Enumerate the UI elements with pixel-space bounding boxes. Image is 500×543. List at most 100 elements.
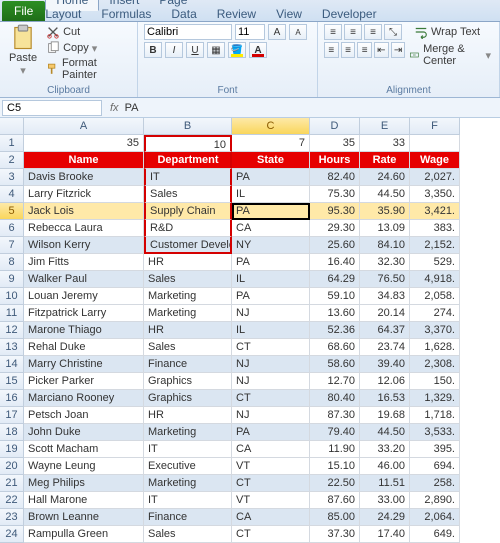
cell-D14[interactable]: 58.60 (310, 356, 360, 373)
cell-D24[interactable]: 37.30 (310, 526, 360, 543)
cut-button[interactable]: Cut (44, 24, 131, 40)
cell-F24[interactable]: 649. (410, 526, 460, 543)
cell-E17[interactable]: 19.68 (360, 407, 410, 424)
row-header-19[interactable]: 19 (0, 441, 24, 458)
cell-E21[interactable]: 11.51 (360, 475, 410, 492)
cell-F7[interactable]: 2,152. (410, 237, 460, 254)
tab-review[interactable]: Review (207, 4, 266, 24)
cell-A14[interactable]: Marry Christine (24, 356, 144, 373)
cell-C21[interactable]: CT (232, 475, 310, 492)
cell-E24[interactable]: 17.40 (360, 526, 410, 543)
decrease-indent-button[interactable]: ⇤ (374, 42, 389, 58)
italic-button[interactable]: I (165, 42, 183, 58)
row-header-2[interactable]: 2 (0, 152, 24, 169)
cell-C13[interactable]: CT (232, 339, 310, 356)
cell-E12[interactable]: 64.37 (360, 322, 410, 339)
cell-F17[interactable]: 1,718. (410, 407, 460, 424)
copy-button[interactable]: Copy ▾ (44, 40, 131, 56)
cell-A18[interactable]: John Duke (24, 424, 144, 441)
cell-B21[interactable]: Marketing (144, 475, 232, 492)
fill-color-button[interactable]: 🪣 (228, 42, 246, 58)
align-top-button[interactable]: ≡ (324, 24, 342, 40)
tab-data[interactable]: Data (161, 4, 206, 24)
merge-center-button[interactable]: Merge & Center ▾ (407, 42, 493, 68)
shrink-font-button[interactable]: A (289, 24, 307, 40)
row-header-11[interactable]: 11 (0, 305, 24, 322)
cell-C24[interactable]: CT (232, 526, 310, 543)
cell-B9[interactable]: Sales (144, 271, 232, 288)
cell-D22[interactable]: 87.60 (310, 492, 360, 509)
cell-E19[interactable]: 33.20 (360, 441, 410, 458)
fx-icon[interactable]: fx (110, 102, 119, 114)
cell-A22[interactable]: Hall Marone (24, 492, 144, 509)
cell-E18[interactable]: 44.50 (360, 424, 410, 441)
cell-F15[interactable]: 150. (410, 373, 460, 390)
cell-D3[interactable]: 82.40 (310, 169, 360, 186)
cell-F6[interactable]: 383. (410, 220, 460, 237)
row-header-5[interactable]: 5 (0, 203, 24, 220)
cell-B8[interactable]: HR (144, 254, 232, 271)
cell-E11[interactable]: 20.14 (360, 305, 410, 322)
col-header-F[interactable]: F (410, 118, 460, 135)
cell-D8[interactable]: 16.40 (310, 254, 360, 271)
cell-D20[interactable]: 15.10 (310, 458, 360, 475)
cell-C15[interactable]: NJ (232, 373, 310, 390)
cell-B12[interactable]: HR (144, 322, 232, 339)
grow-font-button[interactable]: A (268, 24, 286, 40)
cell-C17[interactable]: NJ (232, 407, 310, 424)
row-header-20[interactable]: 20 (0, 458, 24, 475)
cell-C8[interactable]: PA (232, 254, 310, 271)
cell-D13[interactable]: 68.60 (310, 339, 360, 356)
align-right-button[interactable]: ≡ (357, 42, 372, 58)
cell-A24[interactable]: Rampulla Green (24, 526, 144, 543)
increase-indent-button[interactable]: ⇥ (391, 42, 406, 58)
cell-A3[interactable]: Davis Brooke (24, 169, 144, 186)
cell-F23[interactable]: 2,064. (410, 509, 460, 526)
cell-C4[interactable]: IL (232, 186, 310, 203)
cell-A6[interactable]: Rebecca Laura (24, 220, 144, 237)
col-header-A[interactable]: A (24, 118, 144, 135)
align-bottom-button[interactable]: ≡ (364, 24, 382, 40)
header-C[interactable]: State (232, 152, 310, 169)
row-header-3[interactable]: 3 (0, 169, 24, 186)
cell-C1[interactable]: 7 (232, 135, 310, 152)
row-header-18[interactable]: 18 (0, 424, 24, 441)
cell-C23[interactable]: CA (232, 509, 310, 526)
cell-E20[interactable]: 46.00 (360, 458, 410, 475)
row-header-8[interactable]: 8 (0, 254, 24, 271)
row-header-16[interactable]: 16 (0, 390, 24, 407)
row-header-21[interactable]: 21 (0, 475, 24, 492)
col-header-D[interactable]: D (310, 118, 360, 135)
cell-C5[interactable]: PA (232, 203, 310, 220)
cell-B13[interactable]: Sales (144, 339, 232, 356)
row-header-6[interactable]: 6 (0, 220, 24, 237)
cell-C18[interactable]: PA (232, 424, 310, 441)
cell-E14[interactable]: 39.40 (360, 356, 410, 373)
col-header-C[interactable]: C (232, 118, 310, 135)
cell-A4[interactable]: Larry Fitzrick (24, 186, 144, 203)
cell-E13[interactable]: 23.74 (360, 339, 410, 356)
cell-B7[interactable]: Customer Developr (144, 237, 232, 254)
cell-D5[interactable]: 95.30 (310, 203, 360, 220)
orientation-button[interactable]: ⤡ (384, 24, 402, 40)
format-painter-button[interactable]: Format Painter (44, 56, 131, 82)
cell-D16[interactable]: 80.40 (310, 390, 360, 407)
tab-file[interactable]: File (2, 1, 45, 21)
cell-E9[interactable]: 76.50 (360, 271, 410, 288)
cell-B20[interactable]: Executive (144, 458, 232, 475)
cell-F11[interactable]: 274. (410, 305, 460, 322)
cell-B24[interactable]: Sales (144, 526, 232, 543)
row-header-23[interactable]: 23 (0, 509, 24, 526)
cell-E1[interactable]: 33 (360, 135, 410, 152)
cell-D4[interactable]: 75.30 (310, 186, 360, 203)
cell-A8[interactable]: Jim Fitts (24, 254, 144, 271)
col-header-E[interactable]: E (360, 118, 410, 135)
cell-E5[interactable]: 35.90 (360, 203, 410, 220)
cell-A7[interactable]: Wilson Kerry (24, 237, 144, 254)
cell-F5[interactable]: 3,421. (410, 203, 460, 220)
cell-D1[interactable]: 35 (310, 135, 360, 152)
row-header-1[interactable]: 1 (0, 135, 24, 152)
cell-A21[interactable]: Meg Philips (24, 475, 144, 492)
cell-F19[interactable]: 395. (410, 441, 460, 458)
cell-A1[interactable]: 35 (24, 135, 144, 152)
